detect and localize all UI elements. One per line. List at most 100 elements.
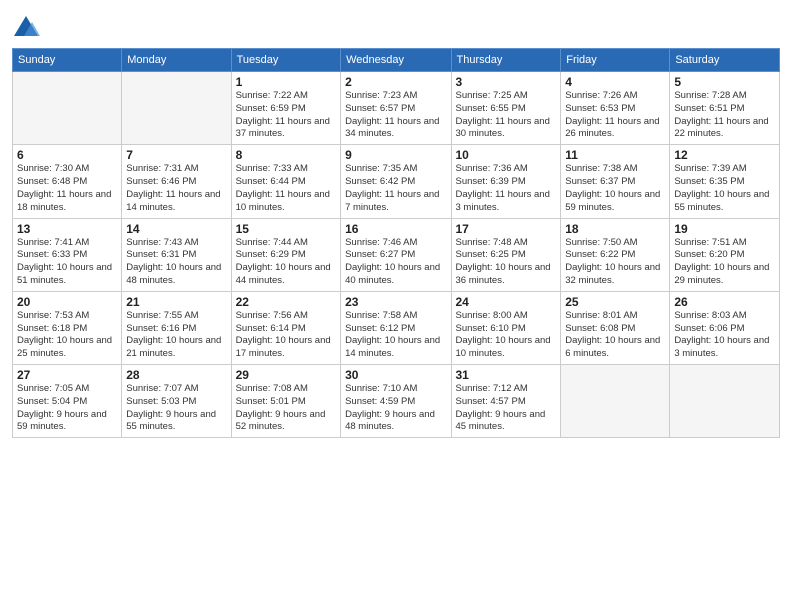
day-number: 21 [126,295,226,309]
day-number: 6 [17,148,117,162]
day-number: 31 [456,368,557,382]
day-info: Sunrise: 7:28 AM Sunset: 6:51 PM Dayligh… [674,90,775,141]
calendar-day: 1Sunrise: 7:22 AM Sunset: 6:59 PM Daylig… [231,72,341,145]
day-info: Sunrise: 7:30 AM Sunset: 6:48 PM Dayligh… [17,163,117,214]
calendar-table: SundayMondayTuesdayWednesdayThursdayFrid… [12,48,780,438]
day-info: Sunrise: 7:41 AM Sunset: 6:33 PM Dayligh… [17,237,117,288]
calendar-week-1: 1Sunrise: 7:22 AM Sunset: 6:59 PM Daylig… [13,72,780,145]
day-info: Sunrise: 8:03 AM Sunset: 6:06 PM Dayligh… [674,310,775,361]
day-number: 1 [236,75,337,89]
day-info: Sunrise: 7:36 AM Sunset: 6:39 PM Dayligh… [456,163,557,214]
calendar-day: 22Sunrise: 7:56 AM Sunset: 6:14 PM Dayli… [231,291,341,364]
day-number: 3 [456,75,557,89]
day-info: Sunrise: 7:56 AM Sunset: 6:14 PM Dayligh… [236,310,337,361]
day-info: Sunrise: 7:23 AM Sunset: 6:57 PM Dayligh… [345,90,446,141]
calendar-week-2: 6Sunrise: 7:30 AM Sunset: 6:48 PM Daylig… [13,145,780,218]
calendar-header-row: SundayMondayTuesdayWednesdayThursdayFrid… [13,49,780,72]
day-number: 2 [345,75,446,89]
calendar-day: 18Sunrise: 7:50 AM Sunset: 6:22 PM Dayli… [561,218,670,291]
day-number: 14 [126,222,226,236]
calendar-day: 8Sunrise: 7:33 AM Sunset: 6:44 PM Daylig… [231,145,341,218]
calendar-day: 31Sunrise: 7:12 AM Sunset: 4:57 PM Dayli… [451,365,561,438]
day-number: 4 [565,75,665,89]
calendar-header-wednesday: Wednesday [341,49,451,72]
day-info: Sunrise: 7:38 AM Sunset: 6:37 PM Dayligh… [565,163,665,214]
calendar-day: 21Sunrise: 7:55 AM Sunset: 6:16 PM Dayli… [122,291,231,364]
day-info: Sunrise: 7:46 AM Sunset: 6:27 PM Dayligh… [345,237,446,288]
day-info: Sunrise: 7:33 AM Sunset: 6:44 PM Dayligh… [236,163,337,214]
calendar-day: 23Sunrise: 7:58 AM Sunset: 6:12 PM Dayli… [341,291,451,364]
day-number: 11 [565,148,665,162]
day-number: 12 [674,148,775,162]
calendar-day: 16Sunrise: 7:46 AM Sunset: 6:27 PM Dayli… [341,218,451,291]
day-number: 22 [236,295,337,309]
logo [12,10,44,42]
day-info: Sunrise: 7:51 AM Sunset: 6:20 PM Dayligh… [674,237,775,288]
calendar-week-3: 13Sunrise: 7:41 AM Sunset: 6:33 PM Dayli… [13,218,780,291]
day-number: 29 [236,368,337,382]
calendar-day: 11Sunrise: 7:38 AM Sunset: 6:37 PM Dayli… [561,145,670,218]
day-info: Sunrise: 7:07 AM Sunset: 5:03 PM Dayligh… [126,383,226,434]
day-number: 16 [345,222,446,236]
day-info: Sunrise: 8:00 AM Sunset: 6:10 PM Dayligh… [456,310,557,361]
day-info: Sunrise: 7:44 AM Sunset: 6:29 PM Dayligh… [236,237,337,288]
day-info: Sunrise: 7:50 AM Sunset: 6:22 PM Dayligh… [565,237,665,288]
page-container: SundayMondayTuesdayWednesdayThursdayFrid… [0,0,792,612]
day-info: Sunrise: 7:58 AM Sunset: 6:12 PM Dayligh… [345,310,446,361]
calendar-week-4: 20Sunrise: 7:53 AM Sunset: 6:18 PM Dayli… [13,291,780,364]
day-number: 28 [126,368,226,382]
day-number: 10 [456,148,557,162]
day-info: Sunrise: 7:31 AM Sunset: 6:46 PM Dayligh… [126,163,226,214]
calendar-day: 2Sunrise: 7:23 AM Sunset: 6:57 PM Daylig… [341,72,451,145]
day-info: Sunrise: 7:53 AM Sunset: 6:18 PM Dayligh… [17,310,117,361]
calendar-day: 27Sunrise: 7:05 AM Sunset: 5:04 PM Dayli… [13,365,122,438]
day-number: 15 [236,222,337,236]
calendar-day: 29Sunrise: 7:08 AM Sunset: 5:01 PM Dayli… [231,365,341,438]
calendar-day: 19Sunrise: 7:51 AM Sunset: 6:20 PM Dayli… [670,218,780,291]
day-number: 24 [456,295,557,309]
logo-icon [12,14,40,42]
calendar-day: 7Sunrise: 7:31 AM Sunset: 6:46 PM Daylig… [122,145,231,218]
calendar-day [670,365,780,438]
day-info: Sunrise: 7:39 AM Sunset: 6:35 PM Dayligh… [674,163,775,214]
day-number: 26 [674,295,775,309]
day-number: 9 [345,148,446,162]
day-number: 17 [456,222,557,236]
day-info: Sunrise: 7:43 AM Sunset: 6:31 PM Dayligh… [126,237,226,288]
day-number: 7 [126,148,226,162]
day-info: Sunrise: 7:10 AM Sunset: 4:59 PM Dayligh… [345,383,446,434]
day-number: 5 [674,75,775,89]
day-info: Sunrise: 7:12 AM Sunset: 4:57 PM Dayligh… [456,383,557,434]
calendar-day: 14Sunrise: 7:43 AM Sunset: 6:31 PM Dayli… [122,218,231,291]
calendar-day: 4Sunrise: 7:26 AM Sunset: 6:53 PM Daylig… [561,72,670,145]
calendar-header-saturday: Saturday [670,49,780,72]
day-info: Sunrise: 8:01 AM Sunset: 6:08 PM Dayligh… [565,310,665,361]
day-number: 19 [674,222,775,236]
calendar-day: 6Sunrise: 7:30 AM Sunset: 6:48 PM Daylig… [13,145,122,218]
calendar-header-monday: Monday [122,49,231,72]
calendar-day: 12Sunrise: 7:39 AM Sunset: 6:35 PM Dayli… [670,145,780,218]
calendar-day: 3Sunrise: 7:25 AM Sunset: 6:55 PM Daylig… [451,72,561,145]
calendar-day [122,72,231,145]
day-info: Sunrise: 7:08 AM Sunset: 5:01 PM Dayligh… [236,383,337,434]
calendar-header-thursday: Thursday [451,49,561,72]
header [12,10,780,42]
day-number: 18 [565,222,665,236]
day-number: 13 [17,222,117,236]
calendar-day [561,365,670,438]
calendar-header-tuesday: Tuesday [231,49,341,72]
calendar-header-sunday: Sunday [13,49,122,72]
day-info: Sunrise: 7:22 AM Sunset: 6:59 PM Dayligh… [236,90,337,141]
calendar-day: 28Sunrise: 7:07 AM Sunset: 5:03 PM Dayli… [122,365,231,438]
day-info: Sunrise: 7:26 AM Sunset: 6:53 PM Dayligh… [565,90,665,141]
calendar-day: 9Sunrise: 7:35 AM Sunset: 6:42 PM Daylig… [341,145,451,218]
calendar-day: 26Sunrise: 8:03 AM Sunset: 6:06 PM Dayli… [670,291,780,364]
day-info: Sunrise: 7:05 AM Sunset: 5:04 PM Dayligh… [17,383,117,434]
calendar-week-5: 27Sunrise: 7:05 AM Sunset: 5:04 PM Dayli… [13,365,780,438]
day-info: Sunrise: 7:35 AM Sunset: 6:42 PM Dayligh… [345,163,446,214]
calendar-day: 30Sunrise: 7:10 AM Sunset: 4:59 PM Dayli… [341,365,451,438]
calendar-day: 25Sunrise: 8:01 AM Sunset: 6:08 PM Dayli… [561,291,670,364]
calendar-day: 24Sunrise: 8:00 AM Sunset: 6:10 PM Dayli… [451,291,561,364]
day-number: 25 [565,295,665,309]
day-number: 30 [345,368,446,382]
